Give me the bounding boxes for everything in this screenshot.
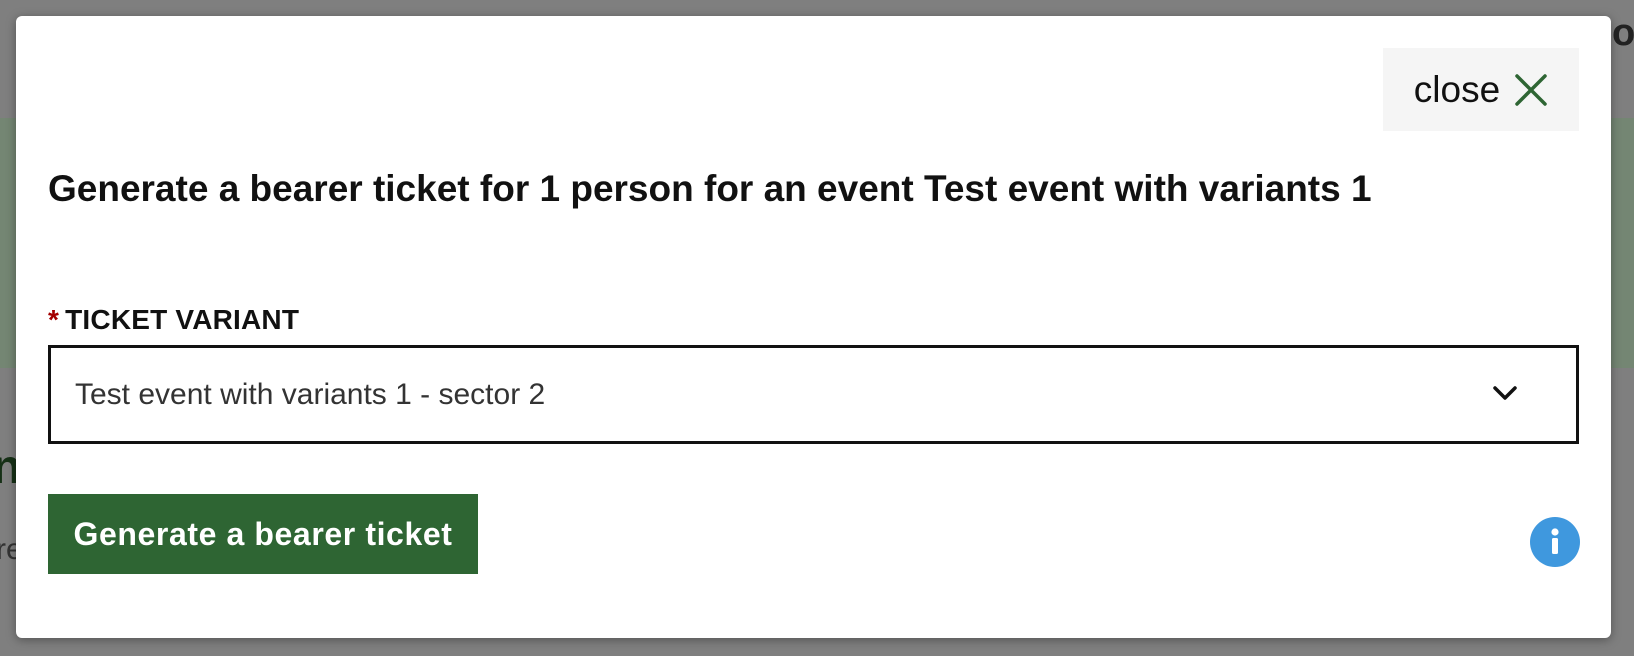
- close-button[interactable]: close: [1383, 48, 1579, 131]
- ticket-variant-label: * TICKET VARIANT: [48, 304, 299, 336]
- bearer-ticket-modal: close Generate a bearer ticket for 1 per…: [16, 16, 1611, 638]
- close-icon: [1514, 73, 1548, 107]
- required-marker: *: [48, 304, 60, 335]
- info-icon[interactable]: [1530, 517, 1580, 567]
- ticket-variant-selected-value: Test event with variants 1 - sector 2: [75, 377, 546, 411]
- chevron-down-icon: [1492, 384, 1518, 407]
- close-label: close: [1413, 68, 1501, 110]
- modal-title: Generate a bearer ticket for 1 person fo…: [48, 168, 1372, 209]
- generate-bearer-ticket-button[interactable]: Generate a bearer ticket: [48, 494, 478, 574]
- ticket-variant-label-text: TICKET VARIANT: [65, 304, 300, 335]
- background-text-fragment: o: [1612, 12, 1634, 54]
- ticket-variant-select[interactable]: Test event with variants 1 - sector 2: [48, 345, 1579, 444]
